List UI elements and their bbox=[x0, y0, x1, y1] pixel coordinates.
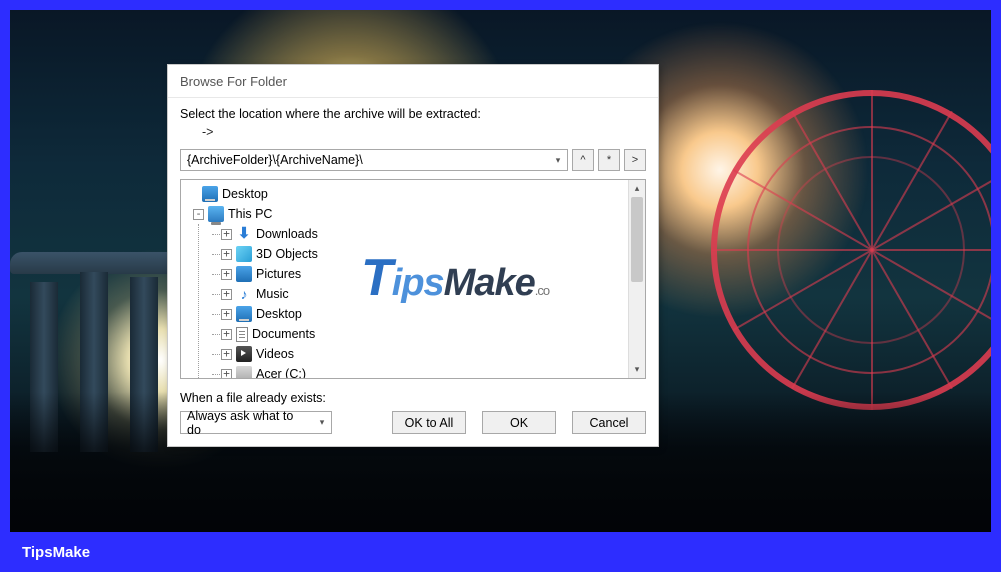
arrow-indicator: -> bbox=[180, 125, 646, 139]
expander-icon[interactable]: + bbox=[221, 269, 232, 280]
chevron-down-icon[interactable]: ▾ bbox=[313, 413, 331, 433]
expander-icon[interactable]: + bbox=[221, 329, 232, 340]
tree-label[interactable]: This PC bbox=[228, 204, 272, 224]
path-star-button[interactable]: * bbox=[598, 149, 620, 171]
tree-item[interactable]: + Pictures bbox=[213, 264, 628, 284]
tree-item[interactable]: + ⬇Downloads bbox=[213, 224, 628, 244]
expander-icon[interactable]: - bbox=[193, 209, 204, 220]
folder-tree[interactable]: Desktop - This PC +⬇Downloads+3D Objects… bbox=[180, 179, 646, 379]
tree-scrollbar[interactable]: ▴ ▾ bbox=[628, 180, 645, 378]
expander-icon[interactable]: + bbox=[221, 369, 232, 379]
music-icon: ♪ bbox=[236, 286, 252, 302]
cancel-button[interactable]: Cancel bbox=[572, 411, 646, 434]
tree-label[interactable]: Desktop bbox=[222, 184, 268, 204]
this-pc-icon bbox=[208, 206, 224, 222]
expander-icon[interactable]: + bbox=[221, 309, 232, 320]
ok-button[interactable]: OK bbox=[482, 411, 556, 434]
download-icon: ⬇ bbox=[236, 226, 252, 242]
exists-combobox[interactable]: Always ask what to do ▾ bbox=[180, 411, 332, 434]
expander-icon[interactable]: + bbox=[221, 349, 232, 360]
path-value: {ArchiveFolder}\{ArchiveName}\ bbox=[181, 153, 549, 167]
pictures-icon bbox=[236, 266, 252, 282]
documents-icon bbox=[236, 327, 248, 342]
caption-text: TipsMake bbox=[22, 544, 90, 561]
path-forward-button[interactable]: > bbox=[624, 149, 646, 171]
tree-item[interactable]: + Videos bbox=[213, 344, 628, 364]
scroll-up-button[interactable]: ▴ bbox=[629, 180, 645, 197]
drive-icon bbox=[236, 366, 252, 378]
path-combobox[interactable]: {ArchiveFolder}\{ArchiveName}\ ▾ bbox=[180, 149, 568, 171]
instruction-text: Select the location where the archive wi… bbox=[180, 107, 646, 121]
ok-to-all-button[interactable]: OK to All bbox=[392, 411, 466, 434]
chevron-down-icon[interactable]: ▾ bbox=[549, 150, 567, 170]
tree-label[interactable]: Documents bbox=[252, 324, 315, 344]
tree-label[interactable]: Downloads bbox=[256, 224, 318, 244]
tree-item[interactable]: +3D Objects bbox=[213, 244, 628, 264]
browse-folder-dialog: Browse For Folder Select the location wh… bbox=[167, 64, 659, 447]
expander-icon[interactable]: + bbox=[221, 249, 232, 260]
caption-bar: TipsMake bbox=[10, 532, 991, 572]
3d-icon bbox=[236, 246, 252, 262]
tree-label[interactable]: Pictures bbox=[256, 264, 301, 284]
path-up-button[interactable]: ^ bbox=[572, 149, 594, 171]
expander-icon[interactable]: + bbox=[221, 229, 232, 240]
tree-item[interactable]: + Documents bbox=[213, 324, 628, 344]
dialog-title: Browse For Folder bbox=[168, 65, 658, 98]
tree-label[interactable]: 3D Objects bbox=[256, 244, 318, 264]
exists-label: When a file already exists: bbox=[180, 391, 646, 405]
outer-frame: Browse For Folder Select the location wh… bbox=[0, 0, 1001, 572]
exists-value: Always ask what to do bbox=[181, 409, 313, 437]
tree-label[interactable]: Desktop bbox=[256, 304, 302, 324]
scroll-down-button[interactable]: ▾ bbox=[629, 361, 645, 378]
videos-icon bbox=[236, 346, 252, 362]
tree-label[interactable]: Music bbox=[256, 284, 289, 304]
tree-item[interactable]: + Desktop bbox=[213, 304, 628, 324]
tree-label[interactable]: Videos bbox=[256, 344, 294, 364]
scroll-thumb[interactable] bbox=[631, 197, 643, 282]
desktop-icon bbox=[236, 306, 252, 322]
tree-label[interactable]: Acer (C:) bbox=[256, 364, 306, 378]
desktop-icon bbox=[202, 186, 218, 202]
expander-icon[interactable]: + bbox=[221, 289, 232, 300]
desktop-wallpaper: Browse For Folder Select the location wh… bbox=[10, 10, 991, 532]
tree-item[interactable]: + Acer (C:) bbox=[213, 364, 628, 378]
tree-item[interactable]: + ♪Music bbox=[213, 284, 628, 304]
